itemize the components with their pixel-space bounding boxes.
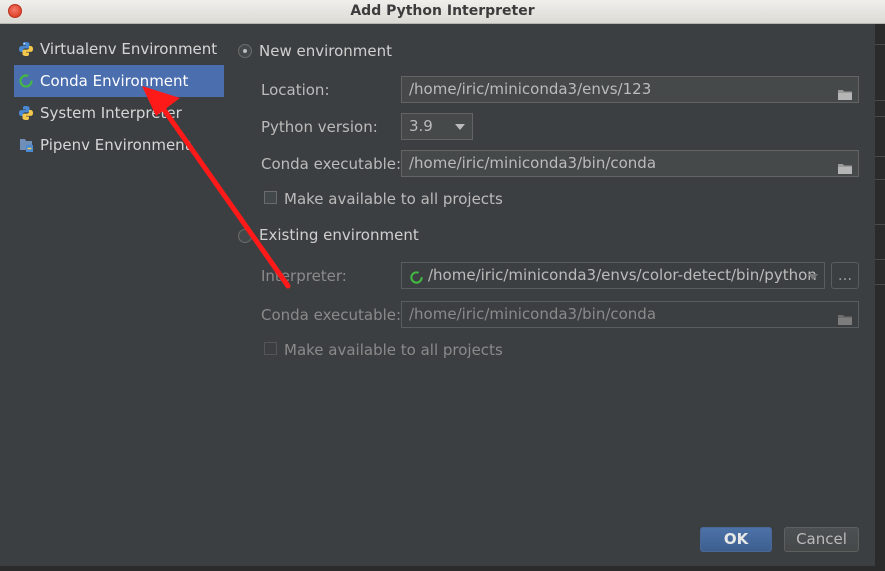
existing-conda-executable-label: Conda executable: — [261, 306, 402, 324]
environment-type-list: Virtualenv Environment Conda Environment… — [9, 25, 227, 555]
sidebar-item-label: Virtualenv Environment — [40, 40, 218, 58]
sidebar-item-label: Pipenv Environment — [40, 136, 191, 154]
title-bar: Add Python Interpreter — [0, 0, 885, 24]
python-version-select[interactable]: 3.9 — [401, 113, 473, 140]
folder-icon[interactable] — [838, 83, 852, 100]
sidebar-item-virtualenv[interactable]: Virtualenv Environment — [14, 33, 224, 65]
interpreter-label: Interpreter: — [261, 267, 347, 285]
new-environment-label: New environment — [259, 42, 393, 60]
existing-conda-executable-value: /home/iric/miniconda3/bin/conda — [409, 305, 657, 323]
sidebar-item-conda[interactable]: Conda Environment — [14, 65, 224, 97]
chevron-down-icon — [455, 124, 465, 130]
existing-environment-radio[interactable] — [238, 229, 252, 243]
dialog-title: Add Python Interpreter — [350, 3, 535, 19]
python-icon — [18, 105, 34, 121]
background-window-strip-bottom — [0, 566, 885, 571]
browse-interpreter-button[interactable]: ... — [831, 262, 859, 289]
make-available-label: Make available to all projects — [284, 190, 503, 208]
existing-conda-executable-field[interactable]: /home/iric/miniconda3/bin/conda — [401, 301, 859, 328]
folder-icon[interactable] — [838, 308, 852, 325]
existing-make-available-label: Make available to all projects — [284, 341, 503, 359]
conda-icon — [409, 268, 424, 288]
pipenv-icon — [18, 137, 34, 153]
conda-executable-field[interactable]: /home/iric/miniconda3/bin/conda — [401, 150, 859, 177]
make-available-checkbox[interactable] — [264, 191, 277, 204]
sidebar-item-label: System Interpreter — [40, 104, 182, 122]
sidebar-item-system-interpreter[interactable]: System Interpreter — [14, 97, 224, 129]
existing-environment-label: Existing environment — [259, 226, 419, 244]
interpreter-select[interactable]: /home/iric/miniconda3/envs/color-detect/… — [401, 262, 825, 289]
sidebar-item-pipenv[interactable]: Pipenv Environment — [14, 129, 224, 161]
chevron-down-icon — [808, 274, 818, 280]
conda-executable-value: /home/iric/miniconda3/bin/conda — [409, 154, 657, 172]
location-field[interactable]: /home/iric/miniconda3/envs/123 — [401, 76, 859, 103]
cancel-button[interactable]: Cancel — [784, 527, 859, 552]
ok-button[interactable]: OK — [700, 527, 772, 552]
location-label: Location: — [261, 81, 330, 99]
folder-icon[interactable] — [838, 157, 852, 174]
python-icon — [18, 41, 34, 57]
new-environment-radio[interactable] — [238, 44, 252, 58]
python-version-value: 3.9 — [409, 117, 433, 135]
location-value: /home/iric/miniconda3/envs/123 — [409, 80, 652, 98]
python-version-label: Python version: — [261, 118, 378, 136]
sidebar-item-label: Conda Environment — [40, 72, 189, 90]
background-window-strip — [875, 24, 885, 571]
existing-make-available-checkbox[interactable] — [264, 342, 277, 355]
conda-icon — [18, 73, 34, 89]
conda-executable-label: Conda executable: — [261, 155, 402, 173]
interpreter-value: /home/iric/miniconda3/envs/color-detect/… — [428, 266, 817, 284]
